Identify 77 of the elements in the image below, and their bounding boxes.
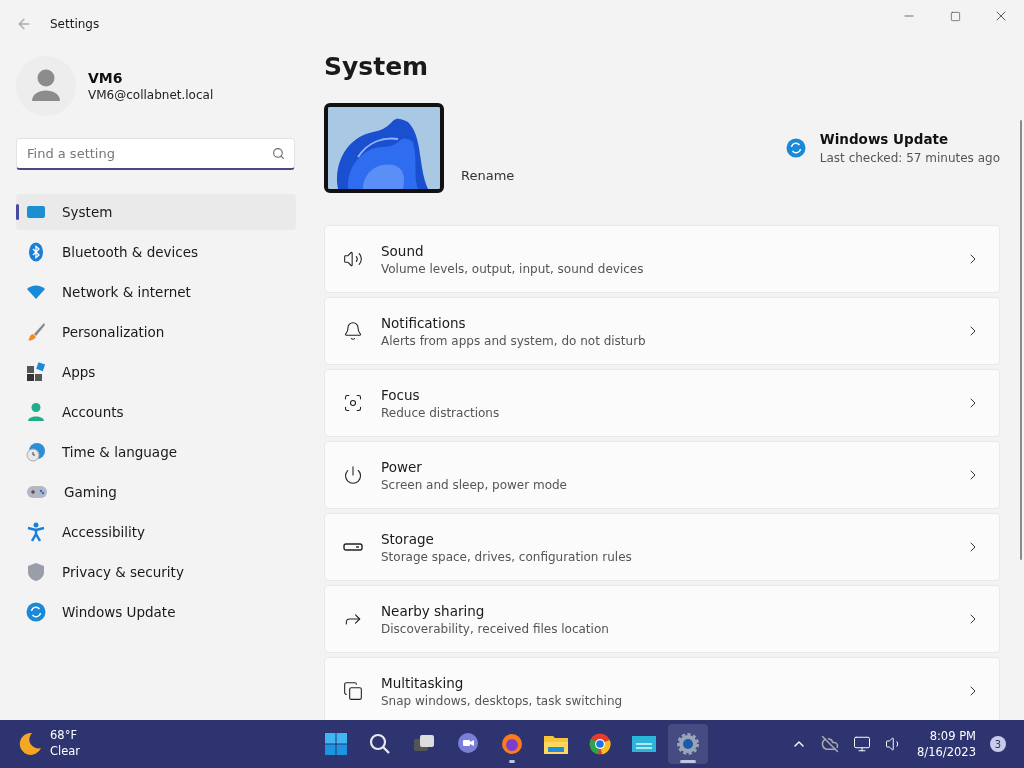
sidebar-item[interactable]: Accounts (16, 394, 296, 430)
sidebar-item[interactable]: Apps (16, 354, 296, 390)
time: 8:09 PM (928, 727, 976, 744)
update-title[interactable]: Windows Update (819, 131, 1000, 147)
apps-icon (26, 362, 46, 382)
weather-condition: Clear (50, 744, 81, 760)
wifi-icon (26, 285, 46, 299)
taskbar-app[interactable] (668, 724, 708, 764)
speaker-icon (343, 249, 363, 269)
date: 8/16/2023 (917, 744, 976, 761)
person-icon (26, 402, 46, 422)
power-icon (343, 465, 363, 485)
settings-card[interactable]: Multitasking Snap windows, desktops, task switching (324, 657, 1000, 720)
sidebar-item[interactable]: Time & language (16, 434, 296, 470)
sidebar-item[interactable]: Privacy & security (16, 554, 296, 590)
setting-title: Focus (381, 386, 421, 403)
maximize-icon[interactable] (949, 10, 961, 22)
setting-title: Storage (381, 530, 435, 547)
laptop-icon (26, 204, 46, 220)
temperature: 68°F (50, 728, 78, 744)
setting-description: Snap windows, desktops, task switching (381, 693, 624, 708)
setting-description: Reduce distractions (381, 405, 501, 420)
sync-icon (26, 602, 46, 622)
update-status: Last checked: 57 minutes ago (819, 151, 1000, 165)
search-field[interactable]: Find a setting (16, 138, 295, 170)
globe-clock-icon (26, 442, 46, 462)
sidebar-item[interactable]: Accessibility (16, 514, 296, 550)
shield-icon (26, 562, 46, 582)
sync-icon (785, 138, 806, 158)
setting-title: Nearby sharing (381, 602, 486, 619)
chat-icon (456, 732, 480, 756)
sidebar-item[interactable]: Personalization (16, 314, 296, 350)
browser-icon (500, 732, 524, 756)
sidebar-item[interactable]: Network & internet (16, 274, 296, 310)
cloud-icon[interactable] (821, 735, 840, 753)
focus-icon (343, 393, 363, 413)
setting-description: Screen and sleep, power mode (381, 477, 568, 492)
settings-card[interactable]: Focus Reduce distractions (324, 369, 1000, 437)
setting-title: Power (381, 458, 423, 475)
setting-title: Multitasking (381, 674, 465, 691)
sidebar-item[interactable]: Windows Update (16, 594, 296, 630)
person-icon (31, 69, 61, 103)
page-title: System (324, 51, 430, 79)
settings-card[interactable]: Storage Storage space, drives, configuration rules (324, 513, 1000, 581)
setting-description: Volume levels, output, input, sound devices (381, 261, 645, 276)
window-title: Settings (50, 17, 100, 31)
bell-icon (343, 321, 363, 341)
clock[interactable]: 8:09 PM 8/16/2023 (917, 727, 976, 761)
gear-icon (676, 732, 700, 756)
setting-title: Sound (381, 242, 425, 259)
sidebar-item[interactable]: Gaming (16, 474, 296, 510)
search-icon (368, 732, 392, 756)
scrollbar[interactable] (1020, 120, 1022, 560)
accessibility-icon (26, 522, 46, 542)
rename-link[interactable]: Rename (461, 168, 515, 183)
settings-card[interactable]: Notifications Alerts from apps and system, do not disturb (324, 297, 1000, 365)
search-icon (272, 147, 285, 160)
sidebar-item[interactable]: Bluetooth & devices (16, 234, 296, 270)
setting-description: Alerts from apps and system, do not disturb (381, 333, 647, 348)
setting-description: Discoverability, received files location (381, 621, 610, 636)
chrome-icon (588, 732, 612, 756)
setting-description: Storage space, drives, configuration rules (381, 549, 633, 564)
user-name: VM6 (88, 70, 124, 86)
brush-icon (26, 322, 46, 342)
sidebar-item[interactable]: System (16, 194, 296, 230)
gamepad-icon (26, 484, 48, 500)
folder-icon (543, 733, 569, 755)
start-icon (324, 732, 348, 756)
bluetooth-icon (26, 242, 46, 262)
moon-icon (18, 732, 42, 756)
user-email: VM6@collabnet.local (88, 88, 214, 102)
settings-card[interactable]: Sound Volume levels, output, input, sound devices (324, 225, 1000, 293)
setting-title: Notifications (381, 314, 467, 331)
notification-badge[interactable]: 3 (990, 736, 1006, 752)
windows-icon (343, 681, 363, 701)
settings-card[interactable]: Nearby sharing Discoverability, received files location (324, 585, 1000, 653)
settings-card[interactable]: Power Screen and sleep, power mode (324, 441, 1000, 509)
